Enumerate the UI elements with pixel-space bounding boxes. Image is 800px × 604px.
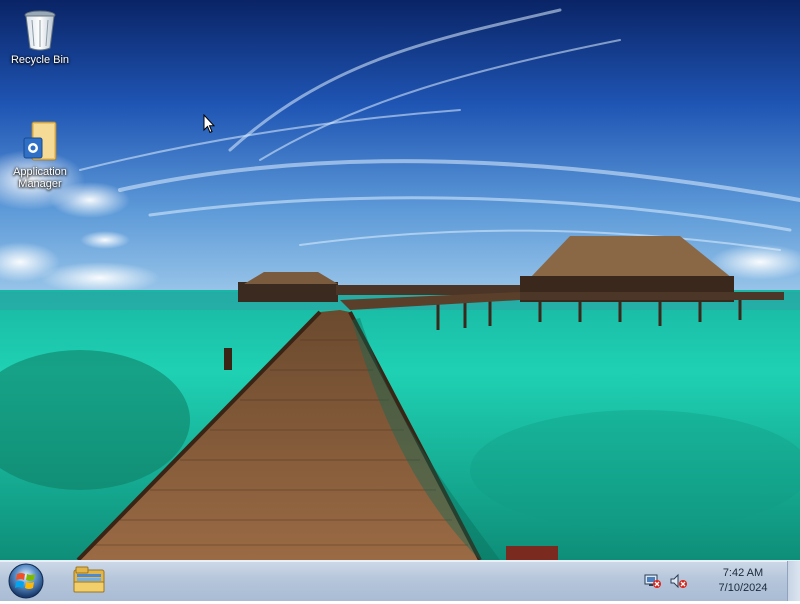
windows-orb-icon <box>8 563 44 599</box>
recycle-bin-label: Recycle Bin <box>10 54 70 66</box>
desktop-icon-recycle-bin[interactable]: Recycle Bin <box>2 8 78 66</box>
desktop-icon-application-manager[interactable]: Application Manager <box>2 120 78 190</box>
system-tray: 7:42 AM 7/10/2024 <box>644 561 784 601</box>
clock-time: 7:42 AM <box>722 567 764 579</box>
taskbar-file-explorer-button[interactable] <box>66 562 112 599</box>
volume-muted-icon[interactable] <box>670 573 688 589</box>
recycle-bin-icon <box>20 8 60 52</box>
desktop-wallpaper <box>0 0 800 600</box>
taskbar: 7:42 AM 7/10/2024 <box>0 560 800 601</box>
file-explorer-icon <box>73 566 105 593</box>
show-desktop-button[interactable] <box>787 561 800 601</box>
taskbar-clock[interactable]: 7:42 AM 7/10/2024 <box>704 566 782 596</box>
application-manager-icon <box>20 120 60 164</box>
mouse-pointer-icon <box>203 113 216 134</box>
clock-date: 7/10/2024 <box>718 582 768 594</box>
application-manager-label: Application Manager <box>13 166 67 190</box>
start-button[interactable] <box>6 563 46 599</box>
network-disconnected-icon[interactable] <box>644 573 662 589</box>
